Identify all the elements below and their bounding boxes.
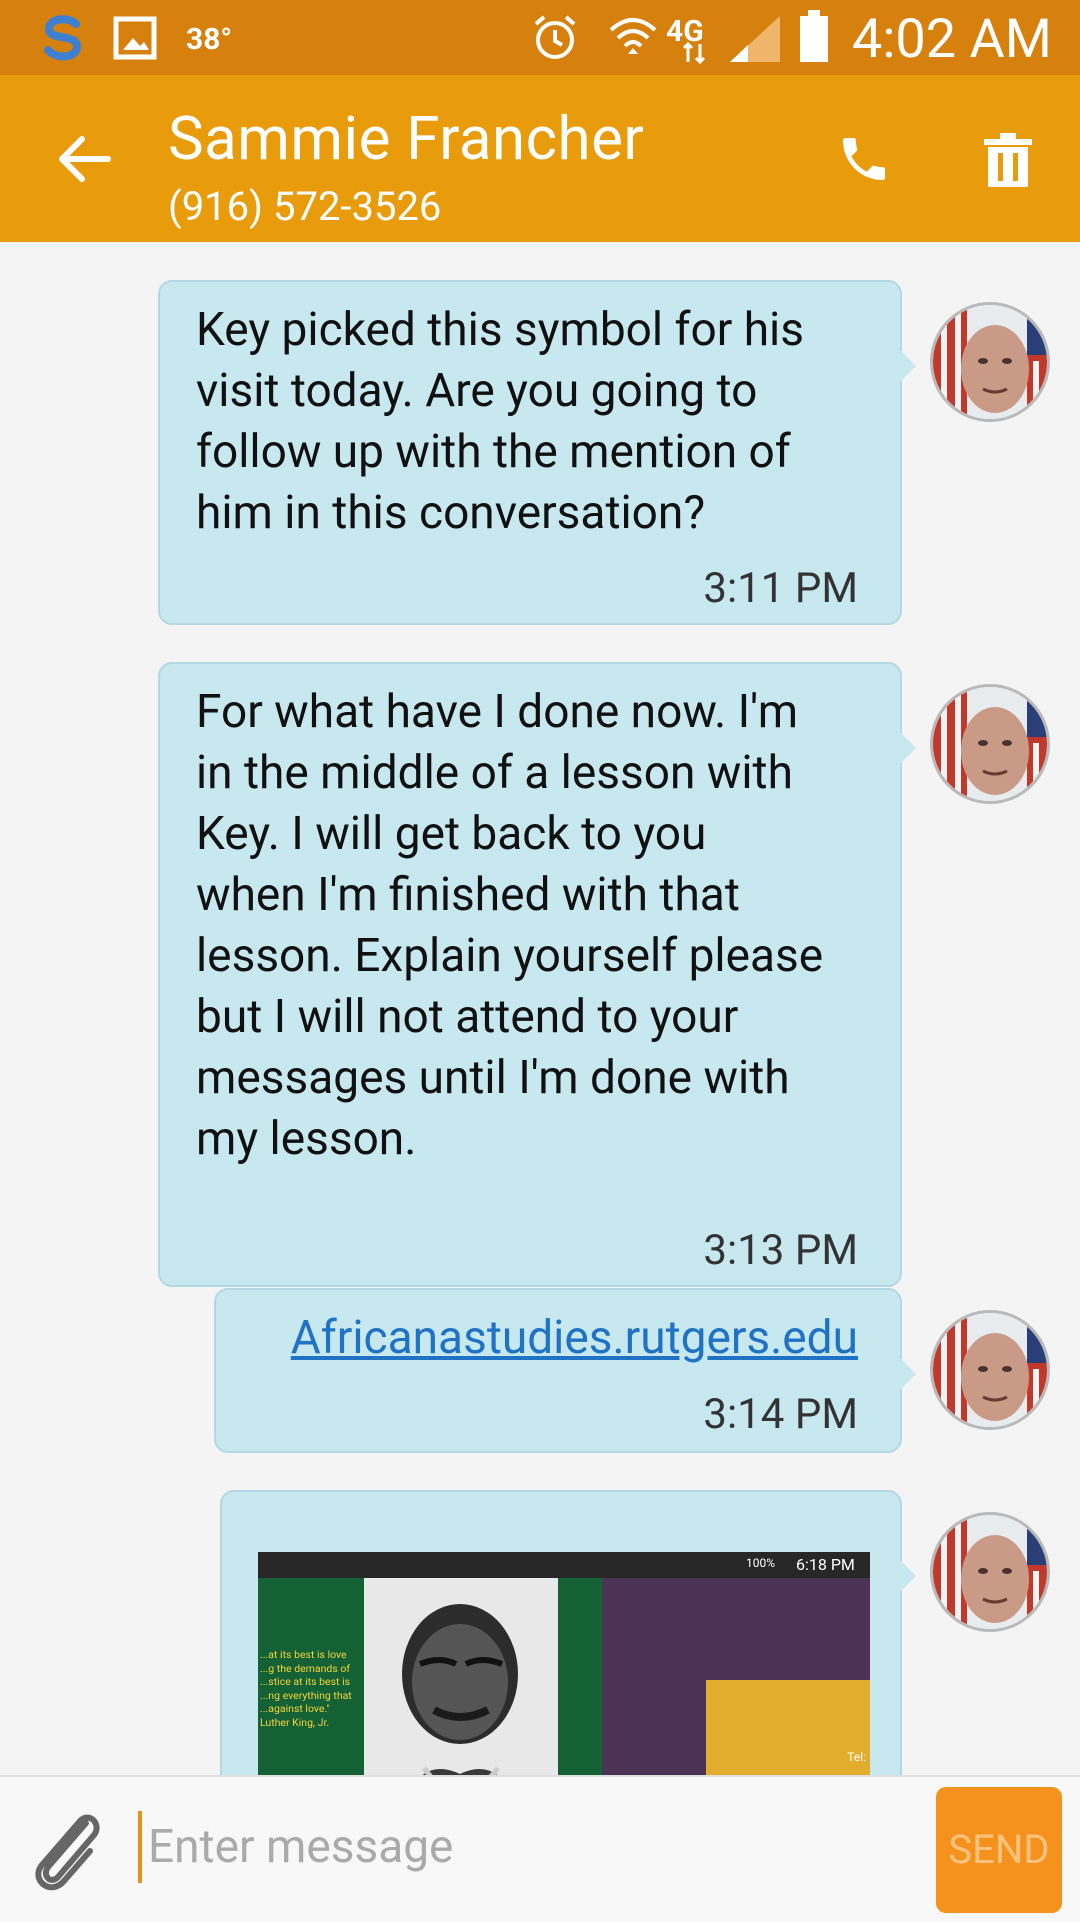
s-app-icon — [44, 15, 81, 61]
status-time: 4:02 AM — [852, 8, 1052, 71]
message-bubble[interactable]: Africanastudies.rutgers.edu 3:14 PM — [214, 1288, 916, 1453]
trash-icon[interactable] — [980, 131, 1036, 191]
contact-name: Sammie Francher — [168, 103, 645, 174]
contact-photo — [933, 687, 1047, 801]
signal-icon — [730, 16, 780, 62]
avatar[interactable] — [930, 1310, 1050, 1430]
message-bubble[interactable]: For what have I done now. I'm in the mid… — [158, 662, 916, 1287]
wifi-icon — [609, 18, 657, 54]
message-thread[interactable]: Key picked this symbol for his visit tod… — [0, 242, 1080, 1775]
contact-photo — [933, 305, 1047, 419]
gallery-icon — [113, 16, 157, 60]
avatar[interactable] — [930, 684, 1050, 804]
portrait-photo — [364, 1578, 558, 1775]
alarm-icon — [534, 15, 576, 59]
paperclip-icon[interactable] — [28, 1805, 104, 1891]
message-bubble[interactable]: 100% 6:18 PM Tel: ...at its best is love — [220, 1490, 916, 1775]
battery-icon — [800, 10, 828, 62]
message-timestamp: 3:13 PM — [703, 1226, 858, 1275]
attachment-tel-text: Tel: — [847, 1750, 866, 1764]
attachment-status-bar: 100% 6:18 PM — [258, 1552, 870, 1578]
message-timestamp: 3:14 PM — [703, 1390, 858, 1439]
back-arrow-icon[interactable] — [56, 133, 112, 185]
image-attachment[interactable]: 100% 6:18 PM Tel: ...at its best is love — [258, 1552, 870, 1775]
contact-photo — [933, 1313, 1047, 1427]
message-input[interactable]: Enter message — [138, 1811, 898, 1883]
attachment-gold-panel: Tel: — [706, 1680, 870, 1775]
status-bar: 38° 4G 4:02 AM — [0, 0, 1080, 75]
send-button[interactable]: SEND — [936, 1787, 1062, 1913]
contact-photo — [933, 1515, 1047, 1629]
attachment-status-time: 6:18 PM — [796, 1555, 855, 1574]
attachment-battery: 100% — [746, 1556, 776, 1570]
phone-icon[interactable] — [836, 131, 892, 187]
message-bubble[interactable]: Key picked this symbol for his visit tod… — [158, 280, 916, 625]
message-text: For what have I done now. I'm in the mid… — [196, 685, 824, 1166]
attachment-quote: ...at its best is love ...g the demands … — [260, 1648, 352, 1729]
avatar[interactable] — [930, 302, 1050, 422]
avatar[interactable] — [930, 1512, 1050, 1632]
lte-icon — [683, 42, 706, 64]
message-link[interactable]: Africanastudies.rutgers.edu — [291, 1308, 858, 1369]
message-text: Key picked this symbol for his visit tod… — [196, 303, 804, 540]
message-composer: Enter message SEND — [0, 1775, 1080, 1922]
message-timestamp: 3:11 PM — [703, 564, 858, 613]
conversation-header: Sammie Francher (916) 572-3526 — [0, 75, 1080, 242]
temperature: 38° — [186, 22, 233, 57]
contact-phone-number: (916) 572-3526 — [168, 183, 442, 230]
